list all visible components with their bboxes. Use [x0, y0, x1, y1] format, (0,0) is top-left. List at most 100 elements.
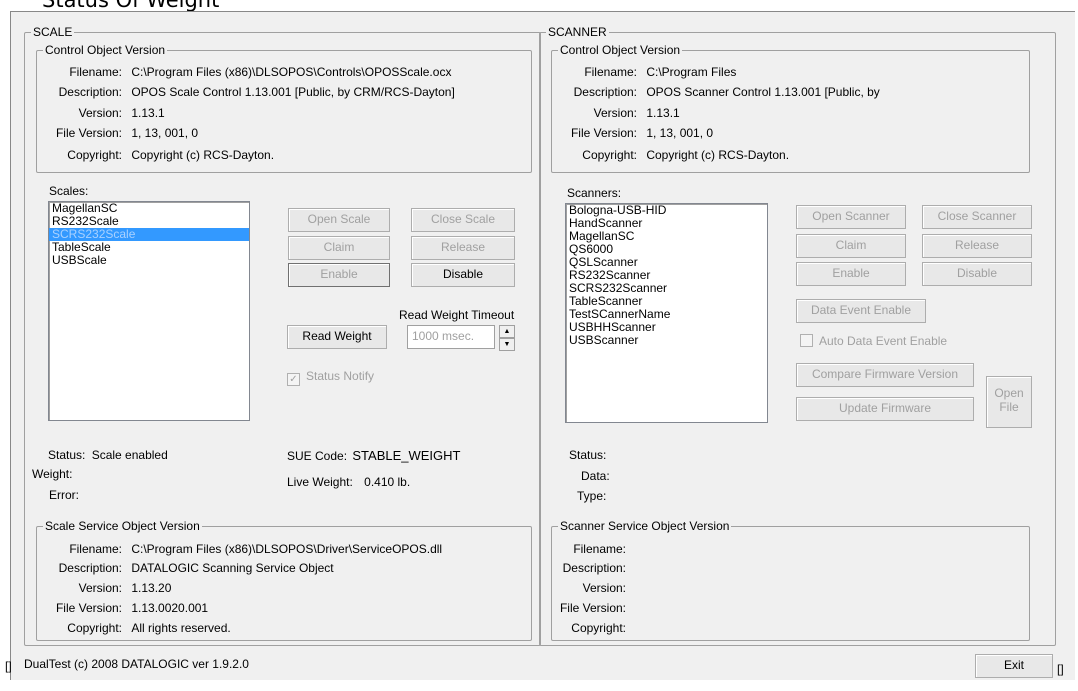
footer-left-bracket: []	[5, 659, 12, 673]
dualtest-dialog: SCALE Control Object Version Filename: C…	[5, 11, 1075, 680]
version-label: Version:	[582, 581, 626, 595]
scanners-list-label: Scanners:	[567, 186, 622, 200]
copyright-label: Copyright:	[582, 148, 637, 162]
footer-right-bracket: []	[1057, 662, 1064, 676]
live-weight-row: Live Weight: 0.410 lb.	[287, 475, 410, 490]
claim-button[interactable]: Claim	[288, 236, 390, 260]
file-version-label: File Version:	[55, 126, 122, 140]
scanner-control-file-version-row: File Version: 1, 13, 001, 0	[552, 126, 713, 141]
scale-control-file-version: 1, 13, 001, 0	[131, 126, 199, 140]
scale-service-version: 1.13.20	[131, 581, 172, 595]
check-icon: ✓	[287, 373, 300, 386]
description-label: Description:	[58, 85, 122, 99]
scale-service-description: DATALOGIC Scanning Service Object	[131, 561, 334, 575]
scale-service-object-label: Scale Service Object Version	[43, 519, 202, 533]
auto-data-event-checkbox[interactable]: Auto Data Event Enable	[800, 334, 947, 348]
scanner-control-file-version: 1, 13, 001, 0	[646, 126, 714, 140]
left-edge	[0, 0, 10, 691]
scale-service-object-group: Scale Service Object Version Filename: C…	[36, 519, 532, 641]
read-weight-button[interactable]: Read Weight	[287, 325, 387, 349]
scale-group-label: SCALE	[31, 25, 75, 39]
scanner-group-label: SCANNER	[546, 25, 609, 39]
compare-firmware-button[interactable]: Compare Firmware Version	[796, 363, 974, 387]
copyright-label: Copyright:	[67, 621, 122, 635]
scanner-group: SCANNER Control Object Version Filename:…	[539, 25, 1056, 646]
error-label: Error:	[49, 488, 79, 502]
scales-listbox[interactable]: MagellanSC RS232Scale SCRS232Scale TableSca…	[48, 201, 250, 421]
scanners-listbox[interactable]: Bologna-USB-HID HandScanner MagellanSC QS60…	[565, 203, 768, 423]
scale-control-version: 1.13.1	[131, 106, 165, 120]
scanner-control-filename-row: Filename: C:\Program Files	[552, 65, 736, 80]
description-label: Description:	[58, 561, 122, 575]
description-label: Description:	[562, 561, 626, 575]
open-scale-button[interactable]: Open Scale	[288, 208, 390, 232]
enable-button[interactable]: Enable	[288, 263, 390, 287]
timeout-up-button[interactable]: ▲	[499, 325, 515, 338]
scanner-control-description: OPOS Scanner Control 1.13.001 [Public, b…	[646, 85, 880, 99]
timeout-down-button[interactable]: ▼	[499, 338, 515, 351]
scanner-control-description-row: Description: OPOS Scanner Control 1.13.0…	[552, 85, 880, 100]
file-version-label: File Version:	[570, 126, 637, 140]
close-scanner-button[interactable]: Close Scanner	[922, 205, 1032, 229]
version-label: Version:	[78, 581, 122, 595]
scanner-type-label: Type:	[577, 489, 607, 503]
scale-service-copyright: All rights reserved.	[131, 621, 231, 635]
scale-control-file-version-row: File Version: 1, 13, 001, 0	[37, 126, 198, 141]
open-scanner-button[interactable]: Open Scanner	[796, 205, 906, 229]
scale-control-version-row: Version: 1.13.1	[37, 106, 165, 121]
scanner-list-item[interactable]: USBScanner	[566, 334, 767, 347]
scale-control-description-row: Description: OPOS Scale Control 1.13.001…	[37, 85, 455, 100]
scale-control-copyright-row: Copyright: Copyright (c) RCS-Dayton.	[37, 148, 274, 163]
status-notify-label: Status Notify	[306, 369, 375, 383]
scale-control-object-group: Control Object Version Filename: C:\Prog…	[36, 43, 532, 173]
exit-button[interactable]: Exit	[975, 654, 1053, 678]
scale-service-filename: C:\Program Files (x86)\DLSOPOS\Driver\Se…	[131, 542, 443, 556]
scale-status-row: Status: Scale enabled	[48, 448, 168, 463]
scanner-control-object-group: Control Object Version Filename: C:\Prog…	[551, 43, 1030, 173]
version-label: Version:	[78, 106, 122, 120]
release-button[interactable]: Release	[411, 236, 515, 260]
scale-service-file-version: 1.13.0020.001	[131, 601, 209, 615]
read-weight-timeout-input[interactable]: 1000 msec.	[407, 325, 495, 349]
timeout-value: 1000 msec.	[412, 329, 475, 343]
read-weight-timeout-label: Read Weight Timeout	[399, 308, 515, 322]
scanner-control-version: 1.13.1	[646, 106, 680, 120]
scanner-control-copyright-row: Copyright: Copyright (c) RCS-Dayton.	[552, 148, 789, 163]
about-text: DualTest (c) 2008 DATALOGIC ver 1.9.2.0	[24, 657, 249, 671]
live-weight-value: 0.410 lb.	[364, 475, 411, 489]
scanner-enable-button[interactable]: Enable	[796, 262, 906, 286]
sue-code-label: SUE Code:	[287, 449, 348, 463]
scanner-claim-button[interactable]: Claim	[796, 234, 906, 258]
scale-group: SCALE Control Object Version Filename: C…	[24, 25, 541, 646]
auto-data-event-label: Auto Data Event Enable	[819, 334, 948, 348]
scanner-data-label: Data:	[581, 469, 610, 483]
scanner-control-object-label: Control Object Version	[558, 43, 683, 57]
scale-list-item[interactable]: USBScale	[49, 254, 249, 267]
scale-control-filename-row: Filename: C:\Program Files (x86)\DLSOPOS…	[37, 65, 451, 80]
open-file-button[interactable]: Open File	[986, 376, 1032, 428]
scanner-service-object-group: Scanner Service Object Version Filename:…	[551, 519, 1030, 641]
filename-label: Filename:	[69, 542, 122, 556]
file-version-label: File Version:	[559, 601, 626, 615]
scanner-control-copyright: Copyright (c) RCS-Dayton.	[646, 148, 790, 162]
scale-service-file-version-row: File Version: 1.13.0020.001	[37, 601, 208, 616]
scale-control-copyright: Copyright (c) RCS-Dayton.	[131, 148, 275, 162]
update-firmware-button[interactable]: Update Firmware	[796, 397, 974, 421]
close-scale-button[interactable]: Close Scale	[411, 208, 515, 232]
version-label: Version:	[593, 106, 637, 120]
scale-control-description: OPOS Scale Control 1.13.001 [Public, by …	[131, 85, 455, 99]
data-event-enable-button[interactable]: Data Event Enable	[796, 299, 926, 323]
scanner-disable-button[interactable]: Disable	[922, 262, 1032, 286]
filename-label: Filename:	[69, 65, 122, 79]
scale-service-filename-row: Filename: C:\Program Files (x86)\DLSOPOS…	[37, 542, 442, 557]
scanner-control-version-row: Version: 1.13.1	[552, 106, 680, 121]
scale-service-description-row: Description: DATALOGIC Scanning Service …	[37, 561, 334, 576]
description-label: Description:	[573, 85, 637, 99]
scanner-release-button[interactable]: Release	[922, 234, 1032, 258]
copyright-label: Copyright:	[67, 148, 122, 162]
filename-label: Filename:	[573, 542, 626, 556]
open-file-line2: File	[999, 400, 1019, 414]
disable-button[interactable]: Disable	[411, 263, 515, 287]
top-title-strip: Status Of Weight	[0, 0, 1078, 11]
status-notify-checkbox[interactable]: ✓ Status Notify	[287, 369, 374, 386]
